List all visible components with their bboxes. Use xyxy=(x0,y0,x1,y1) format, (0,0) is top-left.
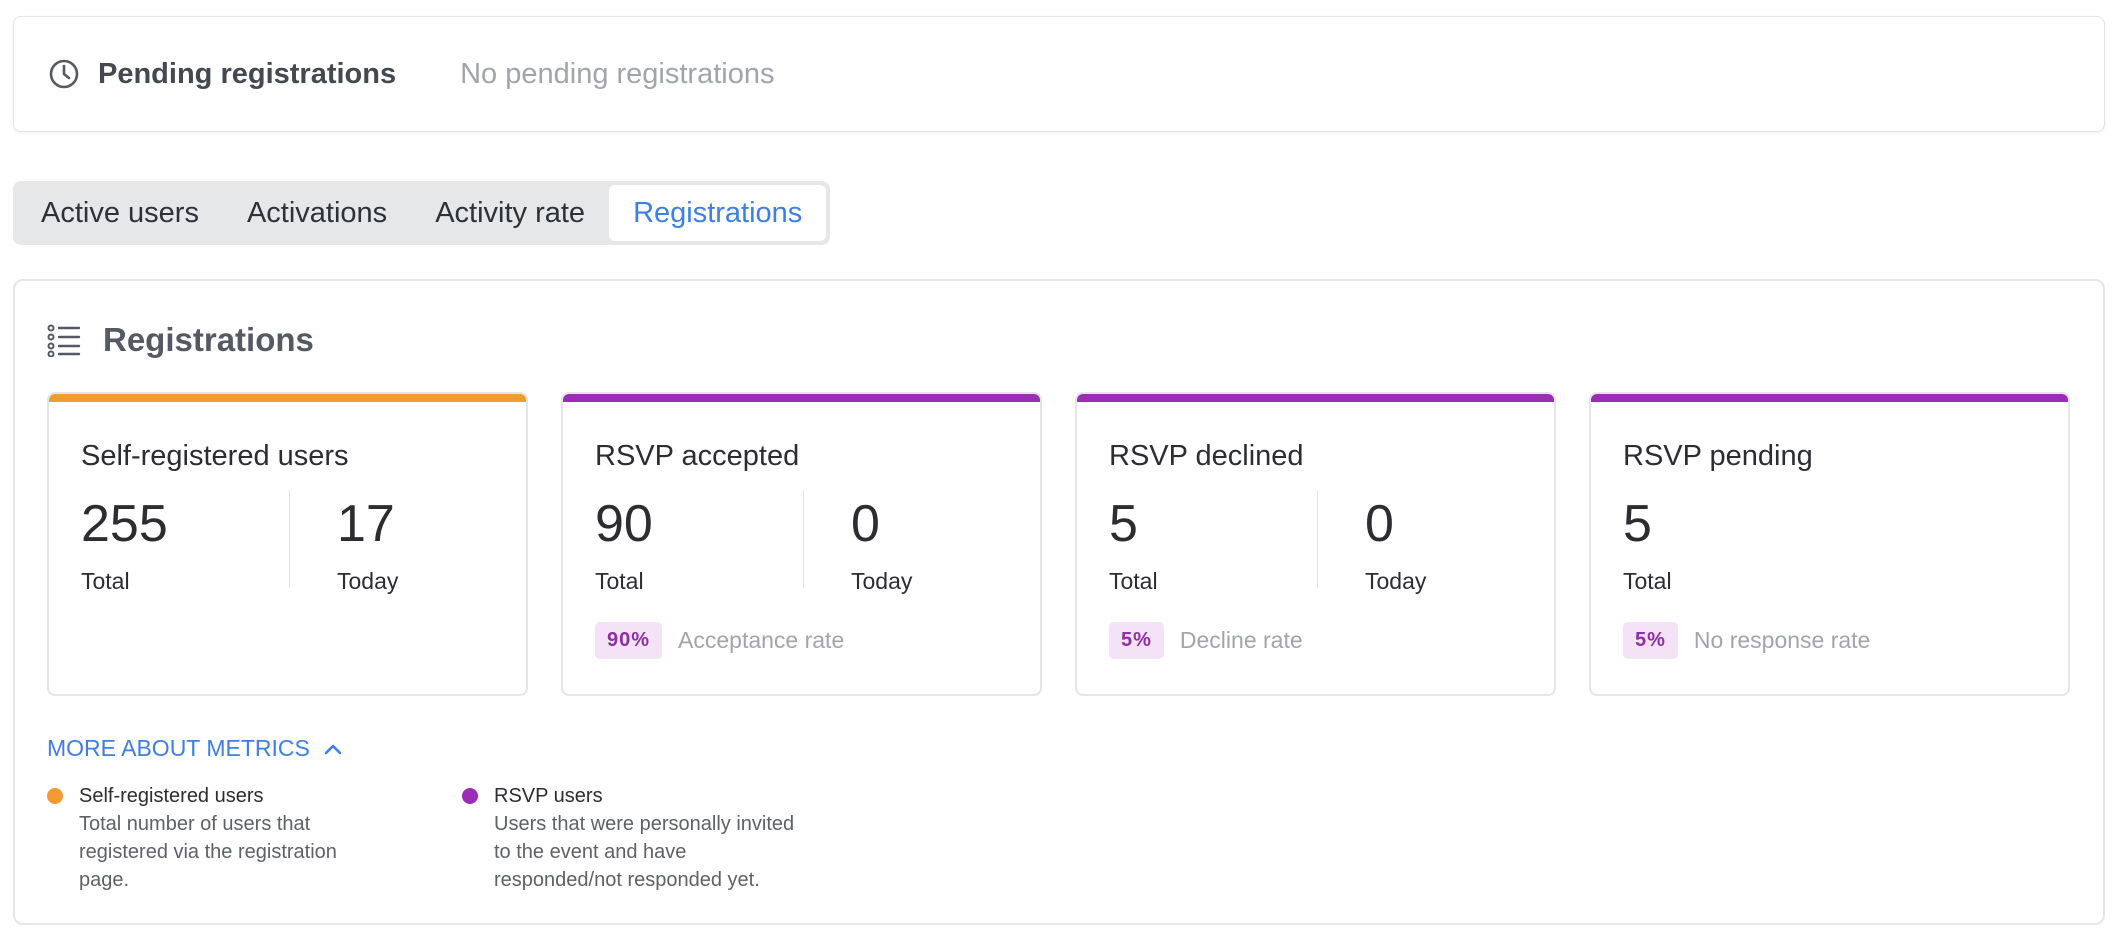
registrations-title: Registrations xyxy=(103,321,314,358)
metric-card-self-registered: Self-registered users 255 Total 17 Today xyxy=(47,392,528,696)
rate-label: No response rate xyxy=(1693,627,1871,653)
metric-card-title: RSVP accepted xyxy=(595,440,800,472)
tab-registrations[interactable]: Registrations xyxy=(609,185,827,241)
rate-badge: 90% xyxy=(595,622,663,659)
legend-dot xyxy=(462,788,478,804)
stat-label: Today xyxy=(851,568,913,594)
stat-label: Today xyxy=(337,568,399,594)
stat-value: 5 xyxy=(1623,495,1652,553)
stat-divider xyxy=(803,490,804,588)
legend-title: Self-registered users xyxy=(79,785,264,807)
legend-self-registered: Self-registered users Total number of us… xyxy=(47,782,337,894)
metric-card-title: RSVP declined xyxy=(1109,440,1304,472)
metric-card-rsvp-accepted: RSVP accepted 90 Total 0 Today 90% Accep… xyxy=(561,392,1042,696)
legend-desc-line: Users that were personally invited xyxy=(494,813,795,835)
list-icon xyxy=(47,324,81,357)
metric-card-accent-bar xyxy=(563,394,1040,402)
stat-total: 5 Total xyxy=(1109,498,1158,595)
legend-desc-line: page. xyxy=(79,869,130,891)
metrics-tabs: Active users Activations Activity rate R… xyxy=(13,181,831,245)
metric-card-title: RSVP pending xyxy=(1623,440,1813,472)
stat-value: 0 xyxy=(1365,495,1394,553)
legend-desc-line: responded/not responded yet. xyxy=(494,869,760,891)
rate-badge: 5% xyxy=(1109,622,1164,659)
metric-card-rsvp-declined: RSVP declined 5 Total 0 Today 5% Decline… xyxy=(1075,392,1556,696)
legend-desc-line: registered via the registration xyxy=(79,841,337,863)
metric-card-accent-bar xyxy=(49,394,526,402)
metric-card-accent-bar xyxy=(1077,394,1554,402)
clock-icon xyxy=(49,59,79,89)
stat-total: 255 Total xyxy=(81,498,168,595)
stat-today: 17 Today xyxy=(337,498,398,595)
stat-label: Today xyxy=(1365,568,1427,594)
registrations-panel: Registrations Self-registered users 255 … xyxy=(13,279,2105,925)
rate-badge: 5% xyxy=(1623,622,1678,659)
stat-value: 17 xyxy=(337,495,395,553)
rate-label: Acceptance rate xyxy=(678,627,845,653)
stat-total: 90 Total xyxy=(595,498,653,595)
stat-label: Total xyxy=(1623,568,1672,594)
rate-row: 5% Decline rate xyxy=(1109,622,1303,659)
stat-label: Total xyxy=(81,568,130,594)
stat-today: 0 Today xyxy=(1365,498,1426,595)
legend-desc-line: Total number of users that xyxy=(79,813,311,835)
stat-value: 255 xyxy=(81,495,168,553)
chevron-up-icon xyxy=(324,744,342,754)
pending-registrations-title: Pending registrations xyxy=(98,57,397,90)
pending-registrations-card: Pending registrations No pending registr… xyxy=(13,16,2105,132)
legend-desc-line: to the event and have xyxy=(494,841,687,863)
tab-activity-rate[interactable]: Activity rate xyxy=(411,185,609,241)
rate-row: 90% Acceptance rate xyxy=(595,622,844,659)
stat-value: 90 xyxy=(595,495,653,553)
stat-label: Total xyxy=(595,568,644,594)
rate-label: Decline rate xyxy=(1179,627,1303,653)
stat-today: 0 Today xyxy=(851,498,912,595)
stat-total: 5 Total xyxy=(1623,498,1672,595)
stat-label: Total xyxy=(1109,568,1158,594)
stat-divider xyxy=(1317,490,1318,588)
more-about-metrics-toggle[interactable]: MORE ABOUT METRICS xyxy=(47,735,344,762)
metric-card-rsvp-pending: RSVP pending 5 Total 5% No response rate xyxy=(1589,392,2070,696)
pending-registrations-status: No pending registrations xyxy=(460,57,775,90)
more-about-metrics-label: MORE ABOUT METRICS xyxy=(47,735,310,761)
rate-row: 5% No response rate xyxy=(1623,622,1870,659)
legend-dot xyxy=(47,788,63,804)
registrations-header: Registrations xyxy=(47,321,314,359)
stat-divider xyxy=(289,490,290,588)
tab-activations[interactable]: Activations xyxy=(223,185,411,241)
legend-title: RSVP users xyxy=(494,785,603,807)
metric-card-accent-bar xyxy=(1591,394,2068,402)
legend-rsvp-users: RSVP users Users that were personally in… xyxy=(462,782,794,894)
stat-value: 5 xyxy=(1109,495,1138,553)
stat-value: 0 xyxy=(851,495,880,553)
tab-active-users[interactable]: Active users xyxy=(17,185,223,241)
metric-card-title: Self-registered users xyxy=(81,440,349,472)
